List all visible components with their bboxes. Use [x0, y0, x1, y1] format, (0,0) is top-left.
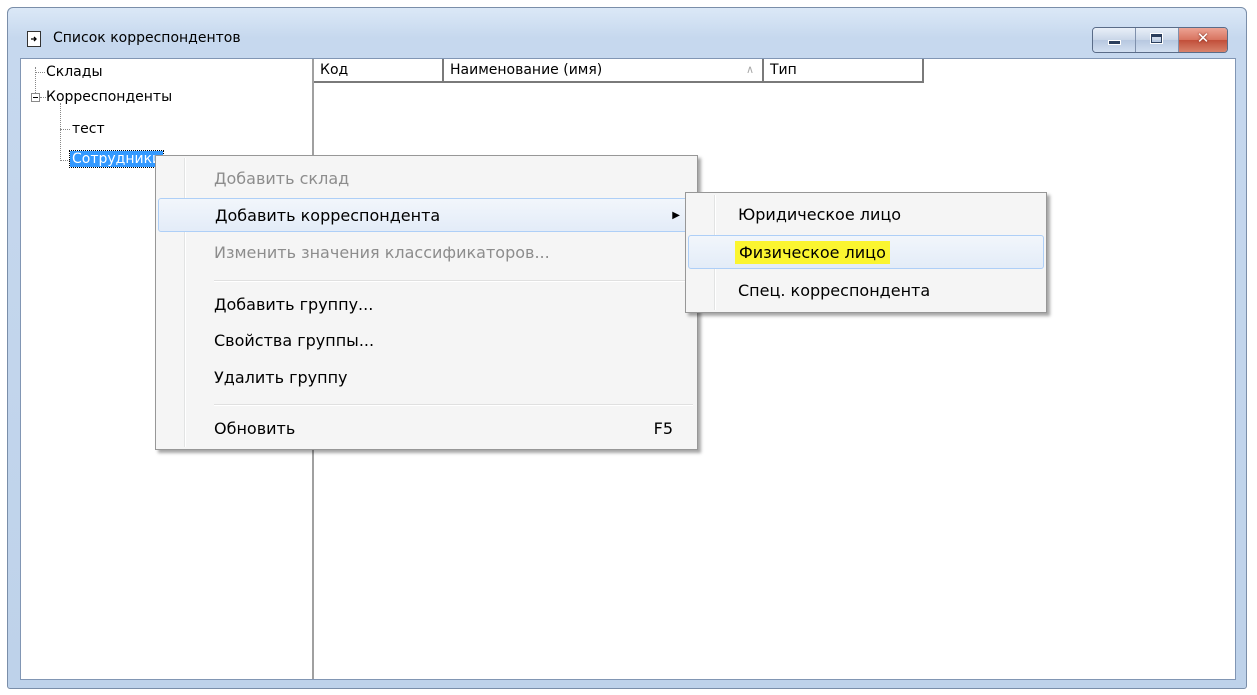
- tree-connector: [35, 72, 45, 73]
- column-header-code[interactable]: Код: [314, 59, 444, 83]
- menu-item-label: Изменить значения классификаторов...: [214, 243, 550, 262]
- menu-item-label: Спец. корреспондента: [738, 281, 931, 300]
- minimize-icon: [1109, 41, 1120, 44]
- tree-item-test[interactable]: тест: [72, 119, 105, 139]
- column-header-label: Код: [320, 62, 349, 78]
- minimize-button[interactable]: [1093, 28, 1136, 52]
- restore-icon: [1151, 34, 1162, 43]
- tree-item-sotrudniki[interactable]: Сотрудники: [68, 149, 165, 169]
- column-header-label: Наименование (имя): [450, 62, 603, 78]
- menu-item-add-warehouse[interactable]: Добавить склад: [158, 162, 695, 196]
- tree-item-label: тест: [72, 121, 105, 137]
- column-header-name[interactable]: Наименование (имя) ∧: [444, 59, 764, 83]
- menu-item-group-properties[interactable]: Свойства группы...: [158, 324, 695, 358]
- close-icon: ✕: [1196, 29, 1210, 47]
- submenu-add-correspondent: Юридическое лицо Физическое лицо Спец. к…: [685, 192, 1047, 313]
- tree-connector: [60, 129, 70, 130]
- menu-item-label: Добавить группу...: [214, 295, 374, 314]
- restore-button[interactable]: [1136, 28, 1179, 52]
- menu-separator: [214, 280, 693, 282]
- menu-item-label: Добавить склад: [214, 169, 350, 188]
- submenu-arrow-icon: ▶: [672, 210, 680, 221]
- close-button[interactable]: ✕: [1179, 28, 1227, 52]
- column-header-type[interactable]: Тип: [764, 59, 924, 83]
- menu-item-label: Юридическое лицо: [738, 205, 902, 224]
- tree-connector: [60, 103, 61, 161]
- tree-item-label: Склады: [46, 64, 103, 80]
- submenu-item-legal-entity[interactable]: Юридическое лицо: [688, 198, 1044, 232]
- menu-item-label: Удалить группу: [214, 368, 348, 387]
- menu-item-add-group[interactable]: Добавить группу...: [158, 288, 695, 322]
- window-document-icon: [27, 31, 41, 47]
- context-menu: Добавить склад Добавить корреспондента ▶…: [155, 155, 698, 450]
- menu-item-label: Физическое лицо: [735, 241, 890, 264]
- menu-item-label: Обновить: [214, 419, 296, 438]
- tree-item-label: Корреспонденты: [46, 89, 173, 105]
- menu-item-edit-classifiers[interactable]: Изменить значения классификаторов...: [158, 236, 695, 270]
- submenu-item-individual[interactable]: Физическое лицо: [688, 235, 1044, 269]
- menu-item-label: Добавить корреспондента: [215, 206, 441, 225]
- caption-buttons: ✕: [1092, 27, 1228, 53]
- submenu-item-special-correspondent[interactable]: Спец. корреспондента: [688, 274, 1044, 308]
- tree-item-korrespondenty[interactable]: Корреспонденты: [46, 87, 172, 107]
- tree-connector: [60, 160, 70, 161]
- menu-item-delete-group[interactable]: Удалить группу: [158, 361, 695, 395]
- tree-item-sklady[interactable]: Склады: [46, 62, 103, 82]
- column-header-label: Тип: [770, 62, 797, 78]
- menu-item-shortcut: F5: [653, 419, 673, 438]
- menu-item-label: Свойства группы...: [214, 331, 375, 350]
- title-bar[interactable]: Список корреспондентов ✕: [8, 8, 1246, 58]
- menu-item-add-correspondent[interactable]: Добавить корреспондента ▶: [158, 198, 695, 232]
- menu-item-refresh[interactable]: Обновить F5: [158, 412, 695, 446]
- sort-ascending-icon: ∧: [745, 63, 754, 76]
- menu-separator: [214, 404, 693, 406]
- collapse-icon[interactable]: [31, 93, 40, 102]
- tree-item-label: Сотрудники: [68, 150, 165, 168]
- window-title: Список корреспондентов: [53, 30, 241, 46]
